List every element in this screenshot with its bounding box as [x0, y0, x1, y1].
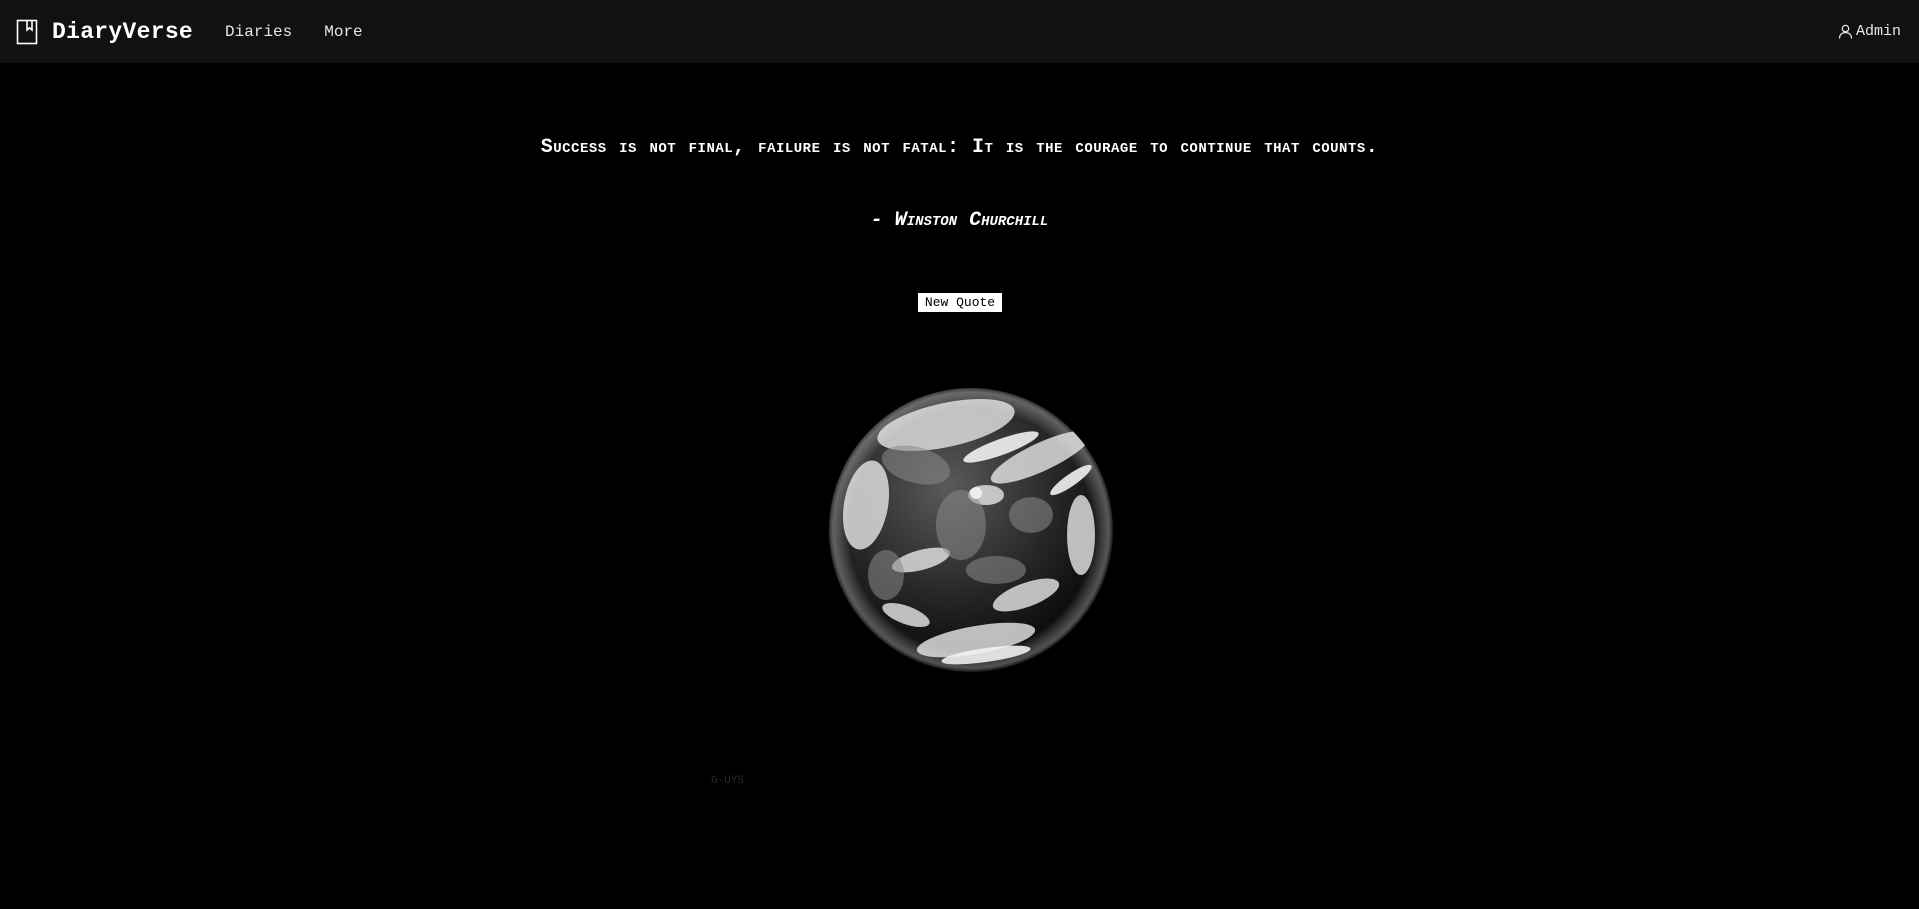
quote-text: Success is not final, failure is not fat… — [540, 136, 1379, 159]
brand-link[interactable]: DiaryVerse — [16, 19, 193, 45]
quote-author: - Winston Churchill — [870, 209, 1049, 232]
nav-links: Diaries More — [225, 23, 395, 41]
new-quote-button[interactable]: New Quote — [918, 293, 1002, 312]
nav-link-diaries[interactable]: Diaries — [225, 23, 292, 41]
book-icon — [16, 19, 38, 44]
user-icon — [1838, 24, 1853, 39]
brand-name: DiaryVerse — [52, 18, 194, 45]
footer-mark: G-UYS — [711, 775, 745, 787]
user-label: Admin — [1855, 23, 1901, 40]
main-content: Success is not final, failure is not fat… — [0, 63, 1919, 909]
nav-link-more[interactable]: More — [324, 23, 362, 41]
top-navbar: DiaryVerse Diaries More Admin — [0, 0, 1919, 63]
user-menu[interactable]: Admin — [1838, 23, 1901, 40]
earth-globe-image — [829, 388, 1113, 672]
